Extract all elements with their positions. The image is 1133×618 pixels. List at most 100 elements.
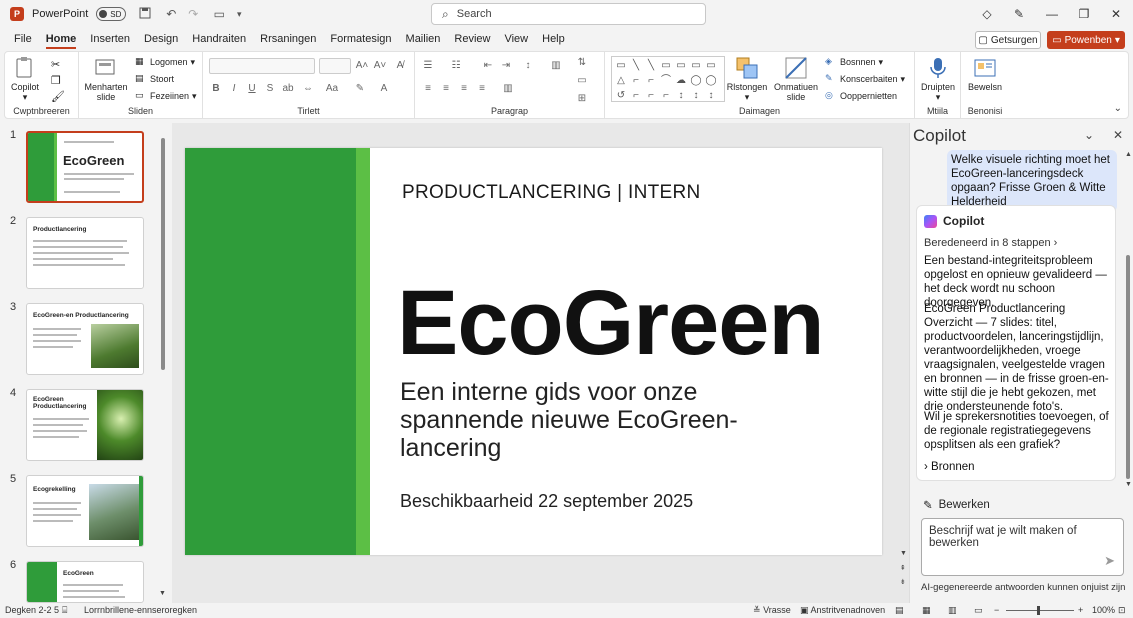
canvas-scrollbar[interactable]: ▼ ⇞ ⇟ bbox=[899, 150, 909, 598]
layout-button[interactable]: ▦ Logomen ▾ bbox=[135, 54, 195, 70]
decrease-indent-icon[interactable]: ⇤ bbox=[481, 59, 495, 73]
columns-icon[interactable]: ▥ bbox=[549, 59, 563, 73]
slide-thumbnail-4[interactable]: EcoGreen Productlancering bbox=[26, 389, 144, 461]
collapse-ribbon-icon[interactable]: ⌄ bbox=[1114, 103, 1122, 114]
customize-qat-icon[interactable]: ▾ bbox=[232, 7, 246, 21]
copilot-ribbon-button[interactable]: Copilot ▾ bbox=[11, 56, 39, 102]
slideshow-icon[interactable]: ▭ bbox=[974, 605, 983, 616]
scroll-down-icon[interactable]: ▼ bbox=[159, 590, 166, 597]
numbering-icon[interactable]: ☷ bbox=[449, 59, 463, 73]
tab-transitions[interactable]: Rrsaningen bbox=[253, 28, 323, 50]
tab-design[interactable]: Design bbox=[137, 28, 185, 50]
slide-kicker[interactable]: PRODUCTLANCERING | INTERN bbox=[402, 182, 701, 204]
justify-icon[interactable]: ≡ bbox=[475, 82, 489, 96]
shape-outline-button[interactable]: ✎ Konscerbaiten ▾ bbox=[825, 71, 905, 87]
italic-icon[interactable]: I bbox=[227, 82, 241, 96]
slide-title[interactable]: EcoGreen bbox=[397, 271, 825, 376]
zoom-slider-thumb[interactable] bbox=[1037, 606, 1040, 615]
font-size-select[interactable] bbox=[319, 58, 351, 74]
slide-thumbnail-6[interactable]: EcoGreen bbox=[26, 561, 144, 603]
clear-format-icon[interactable]: A̸ bbox=[393, 59, 407, 73]
cut-icon[interactable]: ✂ bbox=[51, 58, 63, 71]
shapes-gallery[interactable]: ▭ ╲ ╲ ▭ ▭ ▭ ▭ △ ⌐ ⌐ ⌒ ☁ ◯ ◯ ↺ ⌐ ⌐ ⌐ ↕ ↕ ↕ bbox=[611, 56, 725, 102]
slide-date[interactable]: Beschikbaarheid 22 september 2025 bbox=[400, 491, 693, 512]
zoom-in-icon[interactable]: + bbox=[1078, 605, 1083, 615]
accessibility-status[interactable]: Lorrnbrillene-ennseroregken bbox=[84, 605, 197, 615]
align-text-icon[interactable]: ▭ bbox=[575, 74, 589, 88]
new-slide-button[interactable]: Menharten slide bbox=[83, 56, 129, 102]
thumbnails-scrollbar[interactable]: ▼ bbox=[159, 128, 167, 600]
align-right-icon[interactable]: ≡ bbox=[457, 82, 471, 96]
shrink-font-icon[interactable]: A˅ bbox=[373, 59, 387, 73]
bullets-icon[interactable]: ☰ bbox=[421, 59, 435, 73]
subscript-icon[interactable]: ab bbox=[281, 82, 295, 96]
send-icon[interactable]: ➤ bbox=[1104, 553, 1115, 569]
quick-styles-button[interactable]: Onmatiuen slide bbox=[771, 56, 821, 102]
reset-button[interactable]: ▤ Stoort bbox=[135, 71, 174, 87]
zoom-slider[interactable] bbox=[1006, 610, 1074, 611]
present-from-start-icon[interactable]: ▭ bbox=[212, 7, 226, 21]
char-spacing-icon[interactable]: ⇔ bbox=[301, 82, 315, 96]
autosave-toggle[interactable]: SD bbox=[96, 7, 127, 21]
zoom-out-icon[interactable]: − bbox=[994, 605, 999, 615]
display-settings-button[interactable]: ▣ Anstritvenadnoven bbox=[800, 605, 885, 616]
fit-to-window-icon[interactable]: ⊡ bbox=[1118, 605, 1126, 616]
tab-mailings[interactable]: Mailien bbox=[399, 28, 448, 50]
grow-font-icon[interactable]: A˄ bbox=[355, 59, 369, 73]
pen-icon[interactable]: ✎ bbox=[1003, 0, 1035, 28]
column-layout-icon[interactable]: ▥ bbox=[501, 82, 515, 96]
shape-fill-button[interactable]: ◈ Bosnnen ▾ bbox=[825, 54, 883, 70]
slide-thumbnail-1[interactable]: EcoGreen bbox=[26, 131, 144, 203]
slide-thumbnail-3[interactable]: EcoGreen-en Productlancering bbox=[26, 303, 144, 375]
font-color-icon[interactable]: A bbox=[377, 82, 391, 96]
section-button[interactable]: ▭ Fezeiinen ▾ bbox=[135, 88, 197, 104]
undo-icon[interactable]: ↶ bbox=[164, 7, 178, 21]
text-direction-icon[interactable]: ⇅ bbox=[575, 56, 589, 70]
tab-view[interactable]: View bbox=[497, 28, 535, 50]
slide-sorter-icon[interactable]: ▦ bbox=[922, 605, 931, 616]
slide-thumbnail-2[interactable]: Productlancering bbox=[26, 217, 144, 289]
change-case-icon[interactable]: Aa bbox=[325, 82, 339, 96]
tab-insert[interactable]: Inserten bbox=[83, 28, 137, 50]
tab-draw[interactable]: Handraiten bbox=[185, 28, 253, 50]
line-spacing-icon[interactable]: ↕ bbox=[521, 59, 535, 73]
tab-help[interactable]: Help bbox=[535, 28, 572, 50]
minimize-icon[interactable]: — bbox=[1036, 0, 1068, 28]
dictate-button[interactable]: Druipten ▾ bbox=[921, 56, 955, 102]
reading-view-icon[interactable]: ▥ bbox=[948, 605, 957, 616]
highlight-icon[interactable]: ✎ bbox=[353, 82, 367, 96]
tab-review[interactable]: Review bbox=[447, 28, 497, 50]
strikethrough-icon[interactable]: S bbox=[263, 82, 277, 96]
shape-effects-button[interactable]: ◎ Ooppernietten bbox=[825, 88, 897, 104]
close-window-icon[interactable]: ✕ bbox=[1100, 0, 1132, 28]
tab-home[interactable]: Home bbox=[39, 28, 84, 50]
tab-format[interactable]: Formatesign bbox=[323, 28, 398, 50]
sources-toggle[interactable]: › Bronnen bbox=[924, 461, 975, 473]
maximize-icon[interactable]: ❐ bbox=[1068, 0, 1100, 28]
format-painter-icon[interactable]: 🖌 bbox=[51, 90, 65, 103]
copy-icon[interactable]: ❐ bbox=[51, 74, 63, 87]
reasoning-toggle[interactable]: Beredeneerd in 8 stappen › bbox=[924, 237, 1057, 249]
underline-icon[interactable]: U bbox=[245, 82, 259, 96]
normal-view-icon[interactable]: ▤ bbox=[895, 605, 904, 616]
align-left-icon[interactable]: ≡ bbox=[421, 82, 435, 96]
align-center-icon[interactable]: ≡ bbox=[439, 82, 453, 96]
diamond-icon[interactable]: ◇ bbox=[971, 0, 1003, 28]
shapes-arrange-button[interactable]: Rlstongen ▾ bbox=[727, 56, 767, 102]
zoom-level[interactable]: 100% bbox=[1092, 605, 1115, 615]
tab-file[interactable]: File bbox=[7, 28, 39, 50]
smartart-icon[interactable]: ⊞ bbox=[575, 92, 589, 106]
close-pane-icon[interactable]: ✕ bbox=[1113, 128, 1123, 142]
bold-icon[interactable]: B bbox=[209, 82, 223, 96]
save-icon[interactable] bbox=[138, 7, 152, 21]
scrollbar-thumb[interactable] bbox=[161, 138, 165, 370]
notes-button[interactable]: ≚ Vrasse bbox=[753, 605, 791, 616]
copilot-prompt-input[interactable]: Beschrijf wat je wilt maken of bewerken … bbox=[921, 518, 1124, 576]
copilot-scrollbar[interactable]: ▲ ▼ bbox=[1124, 151, 1132, 491]
accessibility-icon[interactable]: ⌸ bbox=[62, 605, 67, 616]
slide-thumbnail-5[interactable]: Ecogrekelling bbox=[26, 475, 144, 547]
chevron-down-icon[interactable]: ⌄ bbox=[1084, 128, 1094, 142]
search-input[interactable]: ⌕ Search bbox=[431, 3, 706, 25]
designer-button[interactable]: Bewelsn bbox=[967, 56, 1003, 92]
font-family-select[interactable] bbox=[209, 58, 315, 74]
